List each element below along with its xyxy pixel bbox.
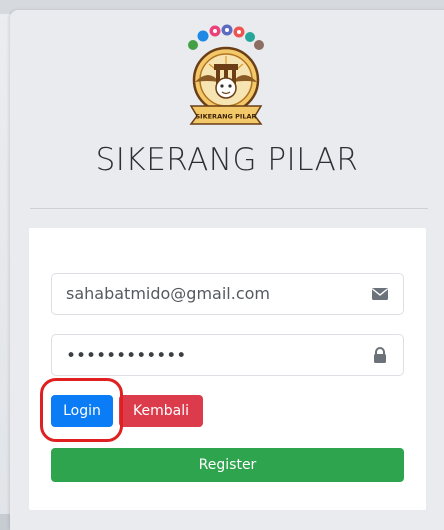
page-title: SIKERANG PILAR	[10, 142, 444, 178]
password-field[interactable]: ••••••••••••	[51, 334, 404, 376]
back-button[interactable]: Kembali	[119, 395, 203, 427]
lock-icon	[371, 347, 389, 363]
login-highlight-annotation	[40, 378, 123, 442]
password-value[interactable]: ••••••••••••	[66, 335, 186, 375]
sikerang-pilar-logo: SIKERANG PILAR	[181, 24, 271, 132]
crown-icons	[188, 25, 264, 51]
register-button[interactable]: Register	[51, 448, 404, 482]
email-field[interactable]: sahabatmido@gmail.com	[51, 273, 404, 315]
envelope-icon	[371, 286, 389, 302]
email-value[interactable]: sahabatmido@gmail.com	[66, 274, 270, 314]
title-divider	[30, 208, 428, 209]
logo-banner-text: SIKERANG PILAR	[195, 113, 256, 121]
